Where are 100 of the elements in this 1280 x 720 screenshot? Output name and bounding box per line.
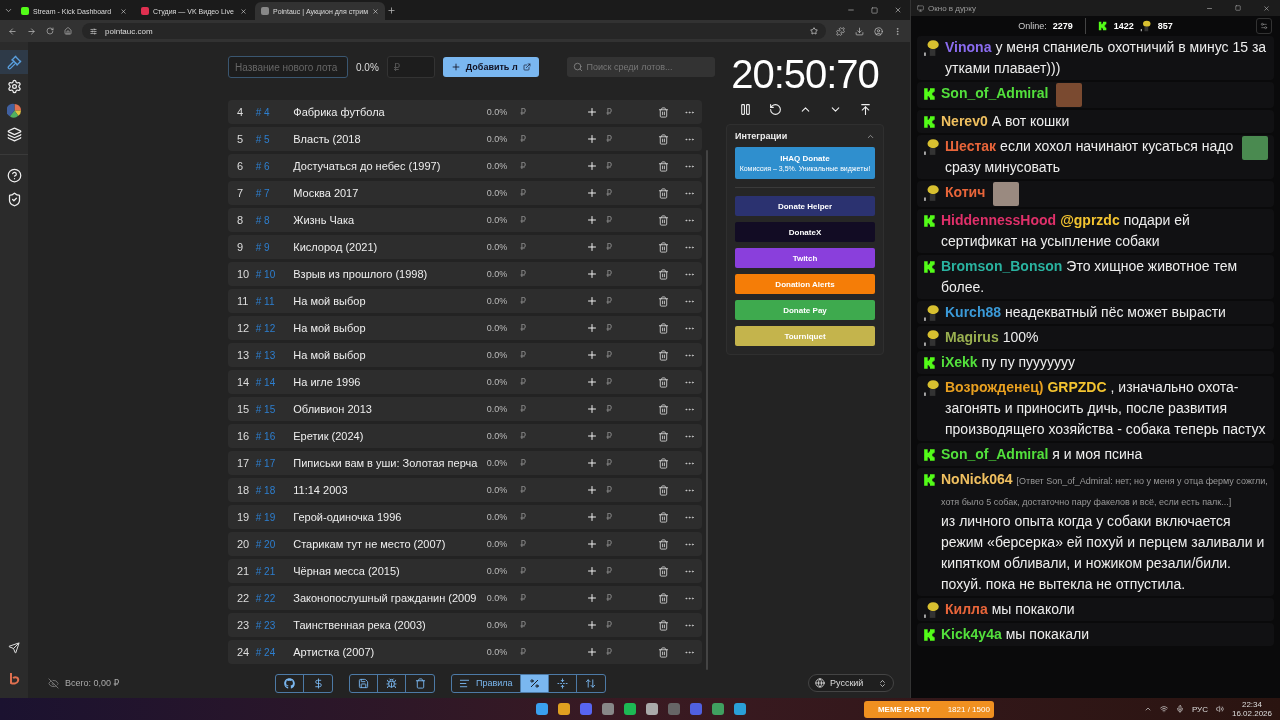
taskbar-app-icon[interactable] [668, 703, 680, 715]
maximize-button[interactable] [871, 6, 878, 14]
add-amount-field[interactable]: ₽ [603, 593, 651, 603]
lot-amount-field[interactable]: ₽ [516, 377, 582, 387]
lot-name[interactable]: На мой выбор [293, 349, 487, 361]
integration-button[interactable]: Twitch [735, 248, 875, 268]
pause-button[interactable] [738, 103, 752, 116]
lot-id-link[interactable]: # 8 [255, 214, 294, 226]
add-amount-field[interactable]: ₽ [603, 350, 651, 360]
forward-button[interactable] [27, 26, 36, 36]
lot-id-link[interactable]: # 16 [255, 430, 294, 442]
integration-button[interactable]: Donation Alerts [735, 274, 875, 294]
lot-name[interactable]: На мой выбор [293, 295, 487, 307]
network-icon[interactable] [1159, 705, 1168, 713]
lot-amount-field[interactable]: ₽ [516, 431, 582, 441]
close-button[interactable] [894, 6, 902, 14]
hide-button[interactable] [48, 677, 59, 689]
lot-amount-field[interactable]: ₽ [516, 539, 582, 549]
lot-id-link[interactable]: # 22 [255, 592, 294, 604]
send-button[interactable] [8, 642, 20, 654]
lot-id-link[interactable]: # 10 [255, 268, 294, 280]
lot-amount-field[interactable]: ₽ [516, 566, 582, 576]
close-button[interactable] [1263, 4, 1270, 12]
logo-icon[interactable] [8, 672, 20, 686]
add-amount-field[interactable]: ₽ [603, 647, 651, 657]
minimize-button[interactable] [847, 6, 855, 14]
reset-button[interactable] [768, 103, 782, 116]
lot-amount-field[interactable]: ₽ [516, 350, 582, 360]
rules-button[interactable]: Правила [452, 674, 521, 692]
lot-amount-field[interactable]: ₽ [516, 323, 582, 333]
lot-id-link[interactable]: # 17 [255, 457, 294, 469]
taskbar-app-icon[interactable] [536, 703, 548, 715]
add-amount-field[interactable]: ₽ [603, 458, 651, 468]
lot-name[interactable]: Герой-одиночка 1996 [293, 511, 487, 523]
lot-name[interactable]: Еретик (2024) [293, 430, 487, 442]
lot-id-link[interactable]: # 19 [255, 511, 294, 523]
lot-amount-field[interactable]: ₽ [516, 647, 582, 657]
add-amount-field[interactable]: ₽ [603, 242, 651, 252]
lot-amount-field[interactable]: ₽ [516, 188, 582, 198]
download-button[interactable] [855, 26, 864, 36]
lot-name[interactable]: Достучаться до небес (1997) [293, 160, 487, 172]
add-amount-field[interactable]: ₽ [603, 377, 651, 387]
lot-name[interactable]: Фабрика футбола [293, 106, 487, 118]
lot-amount-field[interactable]: ₽ [516, 161, 582, 171]
lot-id-link[interactable]: # 20 [255, 538, 294, 550]
taskbar-app-icon[interactable] [646, 703, 658, 715]
lot-name[interactable]: Власть (2018 [293, 133, 487, 145]
add-amount-field[interactable]: ₽ [603, 134, 651, 144]
integration-button[interactable]: Donate Pay [735, 300, 875, 320]
lot-id-link[interactable]: # 24 [255, 646, 294, 658]
add-amount-field[interactable]: ₽ [603, 431, 651, 441]
mic-icon[interactable] [1175, 705, 1184, 713]
lot-name[interactable]: Взрыв из прошлого (1998) [293, 268, 487, 280]
lot-name[interactable]: Кислород (2021) [293, 241, 487, 253]
input-language[interactable]: РУС [1191, 704, 1208, 714]
settings-button[interactable] [1256, 18, 1272, 34]
taskbar-app-icon[interactable] [690, 703, 702, 715]
profile-button[interactable] [874, 26, 883, 36]
lot-id-link[interactable]: # 6 [255, 160, 294, 172]
taskbar-app-icon[interactable] [580, 703, 592, 715]
lot-id-link[interactable]: # 18 [255, 484, 294, 496]
taskbar-app-icon[interactable] [712, 703, 724, 715]
lot-amount-field[interactable]: ₽ [516, 134, 582, 144]
back-button[interactable] [8, 26, 17, 36]
lot-id-link[interactable]: # 23 [255, 619, 294, 631]
taskbar-app-icon[interactable] [602, 703, 614, 715]
taskbar-app-icon[interactable] [558, 703, 570, 715]
lot-amount-field[interactable]: ₽ [516, 512, 582, 522]
lot-id-link[interactable]: # 7 [255, 187, 294, 199]
add-amount-field[interactable]: ₽ [603, 296, 651, 306]
add-amount-field[interactable]: ₽ [603, 161, 651, 171]
lot-name[interactable]: Старикам тут не место (2007) [293, 538, 487, 550]
lot-amount-field[interactable]: ₽ [516, 593, 582, 603]
add-amount-field[interactable]: ₽ [603, 188, 651, 198]
amount-field[interactable]: ₽ [386, 56, 435, 78]
integration-button[interactable]: Tourniquet [735, 326, 875, 346]
lot-id-link[interactable]: # 13 [255, 349, 294, 361]
lot-amount-field[interactable]: ₽ [516, 242, 582, 252]
scrollbar[interactable] [706, 150, 708, 670]
lot-name[interactable]: Артистка (2007) [293, 646, 487, 658]
lot-name[interactable]: Чёрная месса (2015) [293, 565, 487, 577]
add-amount-field[interactable]: ₽ [603, 512, 651, 522]
lot-amount-field[interactable]: ₽ [516, 107, 582, 117]
add-lot-button[interactable]: Добавить л [442, 57, 539, 77]
tray-expand-icon[interactable] [1143, 705, 1152, 713]
lot-amount-field[interactable]: ₽ [516, 404, 582, 414]
lot-id-link[interactable]: # 21 [255, 565, 294, 577]
reload-button[interactable] [46, 27, 54, 35]
lot-name[interactable]: На мой выбор [293, 322, 487, 334]
address-bar[interactable]: pointauc.com [82, 23, 826, 39]
lot-id-link[interactable]: # 11 [255, 295, 294, 307]
lot-id-link[interactable]: # 9 [255, 241, 294, 253]
volume-icon[interactable] [1215, 705, 1224, 713]
add-amount-field[interactable]: ₽ [603, 323, 651, 333]
lot-name[interactable]: Законопослушный гражданин (2009 [293, 592, 487, 604]
search-field[interactable]: Поиск среди лотов... [566, 57, 715, 77]
taskbar-app-icon[interactable] [734, 703, 746, 715]
add-amount-field[interactable]: ₽ [603, 539, 651, 549]
add-amount-field[interactable]: ₽ [603, 620, 651, 630]
new-tab-button[interactable] [386, 5, 396, 15]
